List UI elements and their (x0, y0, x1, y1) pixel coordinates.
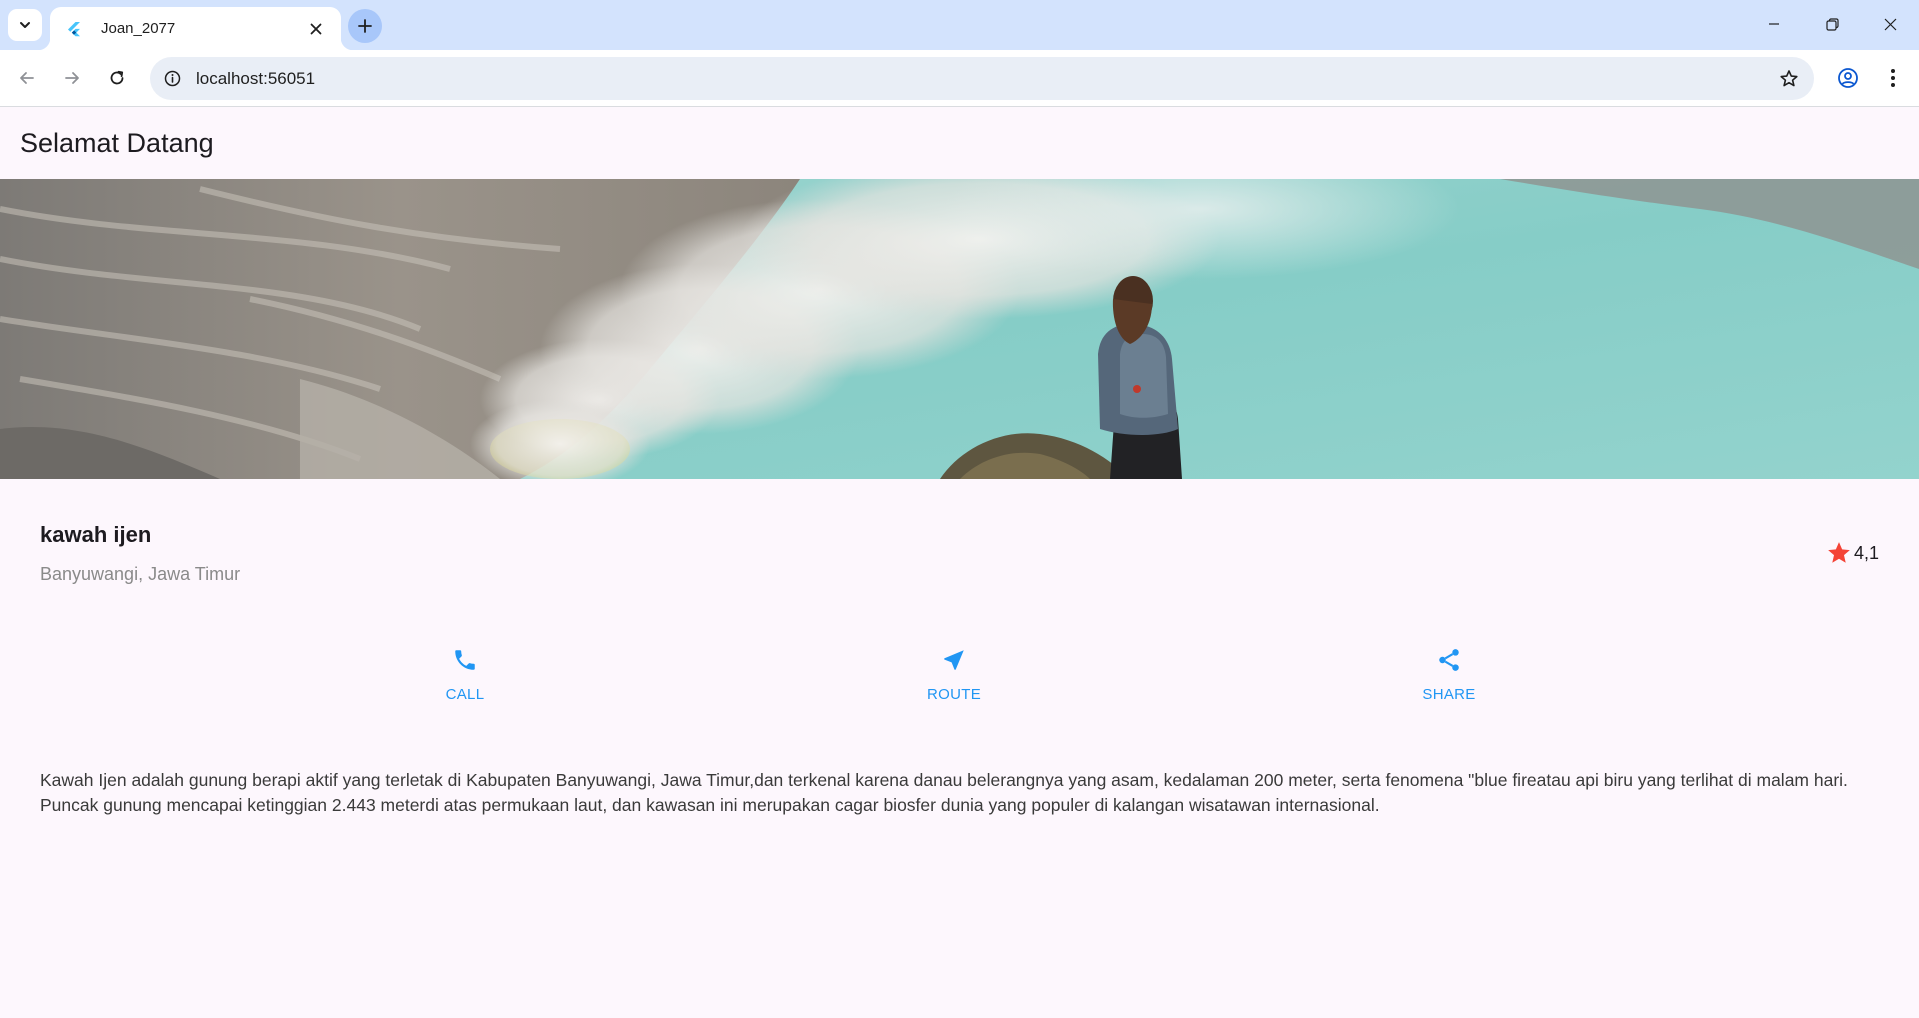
star-outline-icon (1780, 69, 1798, 86)
plus-icon (358, 19, 372, 33)
restore-button[interactable] (1803, 0, 1861, 48)
close-icon (1884, 18, 1896, 30)
route-label: ROUTE (927, 686, 981, 703)
place-location: Banyuwangi, Jawa Timur (40, 564, 241, 584)
call-button[interactable]: CALL (405, 644, 525, 703)
page-title: Selamat Datang (20, 128, 214, 158)
route-button[interactable]: ROUTE (894, 644, 1014, 703)
navigation-icon (938, 644, 970, 676)
arrow-left-icon (20, 72, 34, 84)
close-icon (310, 23, 322, 34)
back-button[interactable] (9, 60, 45, 96)
phone-icon (449, 644, 481, 676)
reload-button[interactable] (99, 60, 135, 96)
star-icon (1828, 542, 1850, 563)
more-vert-icon (1891, 69, 1895, 87)
bookmark-button[interactable] (1774, 64, 1804, 94)
browser-toolbar: localhost:56051 (0, 50, 1919, 107)
new-tab-button[interactable] (348, 9, 382, 43)
chevron-down-icon (20, 22, 30, 28)
forward-button[interactable] (54, 60, 90, 96)
account-circle-icon (1838, 68, 1858, 88)
rating: 4,1 (1826, 540, 1879, 566)
share-label: SHARE (1422, 686, 1476, 703)
close-window-button[interactable] (1861, 0, 1919, 48)
hero-image (0, 179, 1919, 479)
place-info: kawah ijen Banyuwangi, Jawa Timur 4,1 (40, 520, 1879, 590)
rating-value: 4,1 (1853, 542, 1879, 563)
browser-tab-strip: Joan_2077 (0, 0, 1919, 50)
browser-menu-button[interactable] (1876, 61, 1910, 95)
restore-icon (1825, 17, 1839, 31)
info-icon (164, 70, 180, 87)
address-bar[interactable]: localhost:56051 (150, 57, 1814, 100)
place-name: kawah ijen (40, 522, 152, 547)
flutter-favicon-icon (68, 21, 80, 36)
place-description: Kawah Ijen adalah gunung berapi aktif ya… (40, 770, 1848, 815)
tab-close-button[interactable] (305, 18, 327, 40)
arrow-right-icon (65, 72, 79, 84)
tab-title: Joan_2077 (101, 20, 176, 37)
window-controls (1745, 0, 1919, 48)
share-button[interactable]: SHARE (1389, 644, 1509, 703)
app-bar: Selamat Datang (0, 108, 1919, 179)
minimize-button[interactable] (1745, 0, 1803, 48)
minimize-icon (1769, 23, 1779, 25)
call-label: CALL (445, 686, 485, 703)
browser-tab-active[interactable]: Joan_2077 (38, 7, 353, 50)
url-text[interactable]: localhost:56051 (196, 69, 1774, 89)
tab-search-button[interactable] (8, 9, 42, 41)
site-info-button[interactable] (160, 67, 184, 91)
reload-icon (110, 70, 124, 85)
profile-button[interactable] (1831, 61, 1865, 95)
share-icon (1433, 644, 1465, 676)
